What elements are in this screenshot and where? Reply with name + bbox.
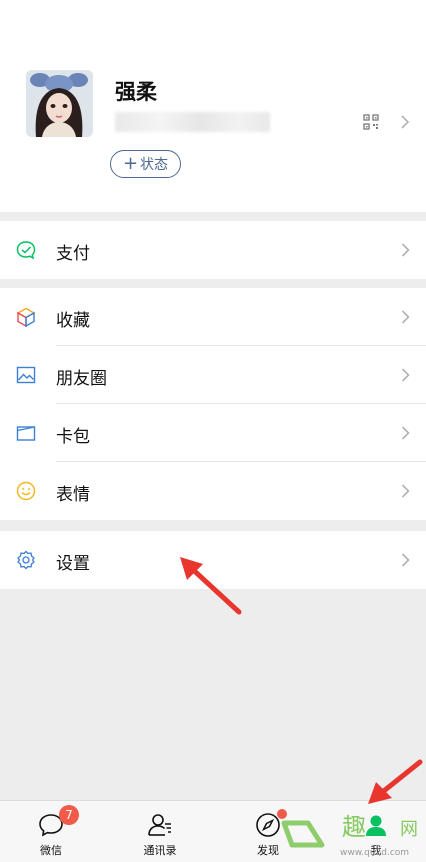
tab-chats[interactable]: 7 微信 — [11, 801, 91, 862]
contacts-icon — [148, 814, 171, 836]
menu-label-settings: 设置 — [56, 554, 90, 574]
menu-item-pay[interactable]: 支付 — [0, 221, 426, 279]
tab-label-contacts: 通讯录 — [143, 844, 177, 857]
profile-header[interactable]: 强柔 + 状态 — [0, 0, 426, 212]
plus-icon: + — [122, 153, 139, 174]
menu-item-moments[interactable]: 朋友圈 — [0, 346, 426, 404]
menu-label-moments: 朋友圈 — [56, 369, 107, 389]
menu-item-favorites[interactable]: 收藏 — [0, 288, 426, 346]
menu-label-favorites: 收藏 — [56, 311, 90, 331]
card-icon — [16, 426, 36, 441]
tab-contacts[interactable]: 通讯录 — [120, 801, 200, 862]
site-watermark: 趣 网 www.qu2d.com — [281, 813, 418, 858]
chevron-right-icon — [401, 243, 410, 257]
chevron-right-icon — [401, 368, 410, 382]
chevron-right-icon — [401, 115, 410, 129]
chevron-right-icon — [401, 553, 410, 567]
menu-label-stickers: 表情 — [56, 485, 90, 505]
avatar[interactable] — [26, 70, 93, 137]
menu-label-pay: 支付 — [56, 244, 90, 264]
annotation-arrow — [180, 557, 242, 615]
menu-group-pay: 支付 — [0, 221, 426, 279]
annotation-arrow-me — [368, 759, 423, 804]
chevron-right-icon — [401, 484, 410, 498]
qr-code-icon[interactable] — [363, 114, 379, 130]
watermark-url: www.qu2d.com — [340, 848, 409, 858]
profile-name: 强柔 — [115, 80, 157, 104]
chevron-right-icon — [401, 426, 410, 440]
menu-label-cards: 卡包 — [56, 427, 90, 447]
menu-item-stickers[interactable]: 表情 — [0, 462, 426, 520]
tab-label-chats: 微信 — [40, 844, 62, 857]
menu-group-main: 收藏 朋友圈 卡包 表情 — [0, 288, 426, 520]
smiley-icon — [16, 481, 36, 501]
chevron-right-icon — [401, 310, 410, 324]
menu-item-cards[interactable]: 卡包 — [0, 404, 426, 462]
add-status-button[interactable]: + 状态 — [110, 150, 181, 178]
wechat-id-blurred — [115, 112, 270, 132]
picture-icon — [16, 366, 36, 384]
gear-icon — [17, 550, 35, 570]
status-button-label: 状态 — [140, 157, 169, 173]
wallet-check-icon — [16, 241, 36, 260]
watermark-text: 趣 — [342, 813, 366, 841]
unread-badge: 7 — [59, 805, 79, 825]
cube-icon — [16, 307, 36, 327]
watermark-text-2: 网 — [400, 819, 418, 840]
